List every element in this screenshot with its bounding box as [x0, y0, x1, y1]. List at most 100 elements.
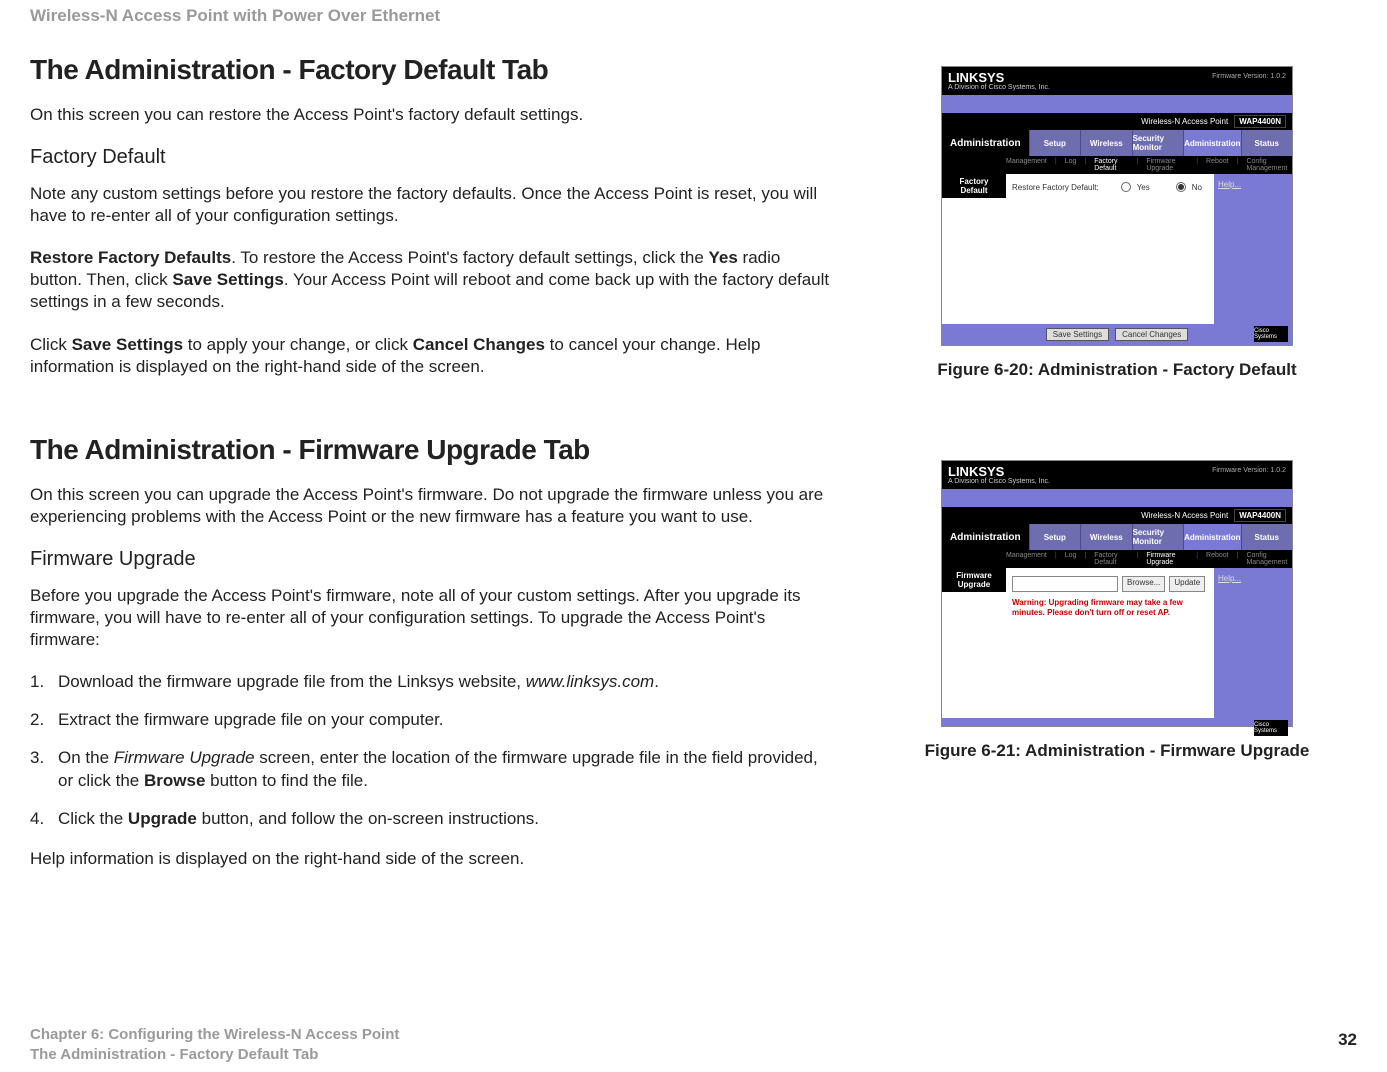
firmware-upgrade-form: Browse... Update Warning: Upgrading firm… [1006, 568, 1214, 718]
main-column: The Administration - Factory Default Tab… [30, 54, 830, 890]
bold-upgrade: Upgrade [128, 809, 197, 828]
subtab-log[interactable]: Log [1065, 552, 1077, 566]
subtab-reboot[interactable]: Reboot [1206, 552, 1229, 566]
tab-wireless[interactable]: Wireless [1080, 130, 1132, 156]
subtab-factory-default[interactable]: Factory Default [1094, 552, 1128, 566]
tab-bar: Administration Setup Wireless Security M… [942, 130, 1292, 156]
step-4: Click the Upgrade button, and follow the… [30, 808, 830, 830]
subtab-management[interactable]: Management [1006, 552, 1047, 566]
tab-administration[interactable]: Administration [1183, 524, 1240, 550]
browse-button[interactable]: Browse... [1122, 576, 1165, 592]
bottom-bar: Cisco Systems [942, 718, 1292, 726]
model-number: WAP4400N [1234, 115, 1286, 128]
firmware-path-input[interactable] [1012, 576, 1118, 592]
sub-tab-bar: Management| Log| Factory Default| Firmwa… [942, 550, 1292, 568]
update-button[interactable]: Update [1169, 576, 1205, 592]
label-restore-factory-default: Restore Factory Default: [1012, 183, 1099, 192]
text: Download the firmware upgrade file from … [58, 672, 526, 691]
help-link[interactable]: Help... [1218, 180, 1288, 189]
bold-browse: Browse [144, 771, 205, 790]
text: . [654, 672, 659, 691]
text: Click [30, 335, 72, 354]
italic-linksys-url: www.linksys.com [526, 672, 654, 691]
figure-6-20: LINKSYS A Division of Cisco Systems, Inc… [941, 66, 1293, 346]
cancel-changes-button[interactable]: Cancel Changes [1115, 328, 1188, 341]
figure-6-20-caption: Figure 6-20: Administration - Factory De… [877, 360, 1357, 380]
cisco-logo: Cisco Systems [1254, 326, 1288, 342]
para-fd-note: Note any custom settings before you rest… [30, 183, 830, 227]
heading-factory-default-tab: The Administration - Factory Default Tab [30, 54, 830, 86]
subtab-firmware-upgrade[interactable]: Firmware Upgrade [1146, 552, 1188, 566]
linksys-subtitle: A Division of Cisco Systems, Inc. [948, 478, 1286, 485]
text: button to find the file. [205, 771, 368, 790]
para-fd-save: Click Save Settings to apply your change… [30, 334, 830, 378]
save-bar: Save Settings Cancel Changes Cisco Syste… [942, 324, 1292, 345]
sub-tab-bar: Management| Log| Factory Default| Firmwa… [942, 156, 1292, 174]
subheading-factory-default: Factory Default [30, 146, 830, 169]
page-number: 32 [1338, 1030, 1357, 1050]
cisco-logo: Cisco Systems [1254, 720, 1288, 736]
heading-firmware-upgrade-tab: The Administration - Firmware Upgrade Ta… [30, 434, 830, 466]
firmware-version: Firmware Version: 1.0.2 [1212, 467, 1286, 474]
help-link[interactable]: Help... [1218, 574, 1288, 583]
bold-save-settings: Save Settings [72, 335, 184, 354]
para-fw-intro: On this screen you can upgrade the Acces… [30, 484, 830, 528]
accent-strip [942, 95, 1292, 113]
subtab-management[interactable]: Management [1006, 158, 1047, 172]
tab-administration[interactable]: Administration [1183, 130, 1240, 156]
bold-yes: Yes [709, 248, 738, 267]
step-2: Extract the firmware upgrade file on you… [30, 709, 830, 731]
step-3: On the Firmware Upgrade screen, enter th… [30, 747, 830, 791]
fig-header: LINKSYS A Division of Cisco Systems, Inc… [942, 67, 1292, 95]
side-column: LINKSYS A Division of Cisco Systems, Inc… [877, 66, 1357, 761]
radio-no[interactable] [1176, 182, 1186, 192]
product-bar: Wireless-N Access Point WAP4400N [942, 113, 1292, 130]
text: . To restore the Access Point's factory … [231, 248, 708, 267]
subtab-config-management[interactable]: Config Management [1246, 158, 1292, 172]
tab-bar: Administration Setup Wireless Security M… [942, 524, 1292, 550]
italic-firmware-upgrade: Firmware Upgrade [114, 748, 255, 767]
footer-section: The Administration - Factory Default Tab [30, 1045, 1357, 1065]
para-fw-note: Before you upgrade the Access Point's fi… [30, 585, 830, 651]
radio-yes[interactable] [1121, 182, 1131, 192]
subtab-config-management[interactable]: Config Management [1246, 552, 1292, 566]
figure-6-21-caption: Figure 6-21: Administration - Firmware U… [877, 741, 1357, 761]
text: to apply your change, or click [183, 335, 413, 354]
firmware-version: Firmware Version: 1.0.2 [1212, 73, 1286, 80]
section-label: Administration [942, 130, 1029, 156]
subtab-log[interactable]: Log [1065, 158, 1077, 172]
para-fw-help: Help information is displayed on the rig… [30, 848, 830, 870]
save-settings-button[interactable]: Save Settings [1046, 328, 1109, 341]
running-header: Wireless-N Access Point with Power Over … [30, 0, 1357, 26]
steps-list: Download the firmware upgrade file from … [30, 671, 830, 829]
product-name: Wireless-N Access Point [1141, 117, 1228, 126]
tab-status[interactable]: Status [1241, 524, 1293, 550]
model-number: WAP4400N [1234, 509, 1286, 522]
subtab-factory-default[interactable]: Factory Default [1094, 158, 1128, 172]
para-fd-intro: On this screen you can restore the Acces… [30, 104, 830, 126]
text: On the [58, 748, 114, 767]
section-label: Administration [942, 524, 1029, 550]
subtab-reboot[interactable]: Reboot [1206, 158, 1229, 172]
bold-cancel-changes: Cancel Changes [413, 335, 545, 354]
bold-save-settings: Save Settings [172, 270, 284, 289]
upgrade-warning: Warning: Upgrading firmware may take a f… [1012, 598, 1208, 619]
section-chip-factory-default: Factory Default [942, 174, 1006, 198]
accent-strip [942, 489, 1292, 507]
section-chip-firmware-upgrade: Firmware Upgrade [942, 568, 1006, 592]
fig-header: LINKSYS A Division of Cisco Systems, Inc… [942, 461, 1292, 489]
tab-setup[interactable]: Setup [1029, 524, 1081, 550]
page-footer: Chapter 6: Configuring the Wireless-N Ac… [30, 1025, 1357, 1064]
product-name: Wireless-N Access Point [1141, 511, 1228, 520]
tab-security-monitor[interactable]: Security Monitor [1132, 130, 1184, 156]
subtab-firmware-upgrade[interactable]: Firmware Upgrade [1146, 158, 1188, 172]
tab-wireless[interactable]: Wireless [1080, 524, 1132, 550]
text: button, and follow the on-screen instruc… [197, 809, 539, 828]
help-panel: Help... [1214, 174, 1292, 324]
tab-security-monitor[interactable]: Security Monitor [1132, 524, 1184, 550]
tab-setup[interactable]: Setup [1029, 130, 1081, 156]
factory-default-form: Restore Factory Default: Yes No [1006, 174, 1214, 324]
text: Click the [58, 809, 128, 828]
help-panel: Help... [1214, 568, 1292, 718]
tab-status[interactable]: Status [1241, 130, 1293, 156]
